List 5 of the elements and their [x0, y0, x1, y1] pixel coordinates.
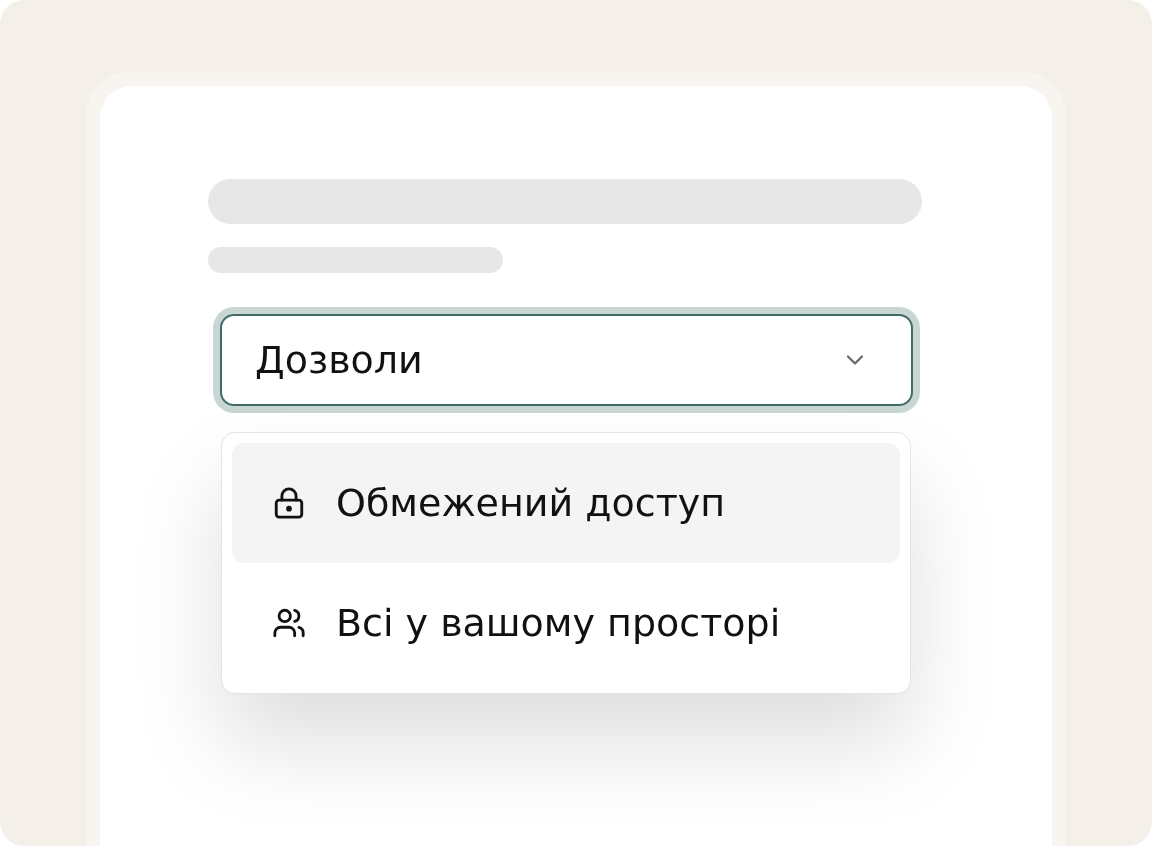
lock-icon — [272, 486, 306, 520]
users-icon — [272, 606, 306, 640]
menu-item-label: Всі у вашому просторі — [336, 604, 781, 642]
menu-item-label: Обмежений доступ — [336, 484, 726, 522]
menu-item[interactable]: Обмежений доступ — [232, 443, 900, 563]
